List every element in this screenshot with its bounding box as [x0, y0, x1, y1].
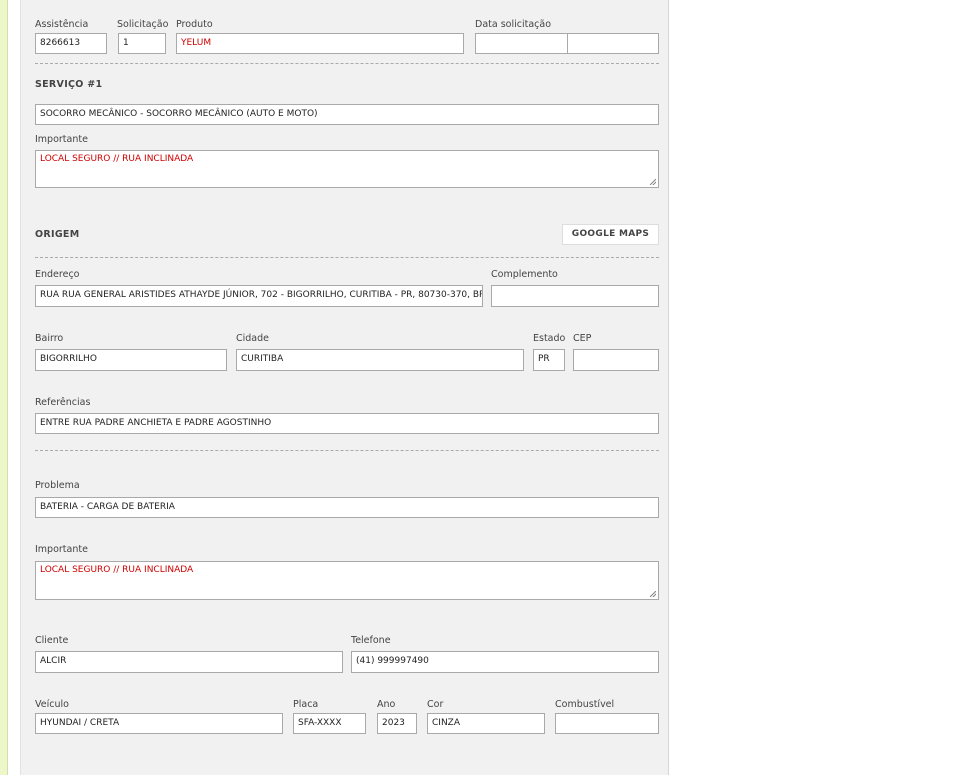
data-solicitacao-date-input[interactable]: [475, 33, 568, 54]
divider: [35, 450, 659, 451]
assistencia-label: Assistência: [35, 19, 89, 30]
telefone-input[interactable]: (41) 999997490: [351, 651, 659, 673]
assistencia-input[interactable]: 8266613: [35, 33, 107, 54]
servico-title: SERVIÇO #1: [35, 79, 103, 90]
problema-importante-label: Importante: [35, 544, 88, 555]
ano-input[interactable]: 2023: [377, 713, 417, 734]
referencias-input[interactable]: ENTRE RUA PADRE ANCHIETA E PADRE AGOSTIN…: [35, 413, 659, 434]
complemento-label: Complemento: [491, 269, 558, 280]
servico-importante-label: Importante: [35, 134, 88, 145]
cidade-input[interactable]: CURITIBA: [236, 349, 524, 371]
placa-label: Placa: [293, 699, 319, 710]
telefone-label: Telefone: [351, 635, 391, 646]
estado-label: Estado: [533, 333, 566, 344]
estado-input[interactable]: PR: [533, 349, 565, 371]
servico-input[interactable]: SOCORRO MECÂNICO - SOCORRO MECÂNICO (AUT…: [35, 104, 659, 125]
combustivel-label: Combustível: [555, 699, 615, 710]
bairro-input[interactable]: BIGORRILHO: [35, 349, 227, 371]
veiculo-label: Veículo: [35, 699, 69, 710]
placa-input[interactable]: SFA-XXXX: [293, 713, 366, 734]
side-strip: [0, 0, 8, 775]
cep-label: CEP: [573, 333, 592, 344]
google-maps-button[interactable]: GOOGLE MAPS: [562, 224, 659, 245]
problema-importante-textarea[interactable]: LOCAL SEGURO // RUA INCLINADA: [35, 561, 659, 600]
combustivel-input[interactable]: [555, 713, 659, 734]
servico-importante-textarea[interactable]: LOCAL SEGURO // RUA INCLINADA: [35, 150, 659, 188]
cidade-label: Cidade: [236, 333, 269, 344]
data-solicitacao-label: Data solicitação: [475, 19, 552, 30]
endereco-label: Endereço: [35, 269, 80, 280]
problema-input[interactable]: BATERIA - CARGA DE BATERIA: [35, 497, 659, 518]
solicitacao-label: Solicitação: [117, 19, 169, 30]
cep-input[interactable]: [573, 349, 659, 371]
cliente-label: Cliente: [35, 635, 69, 646]
ano-label: Ano: [377, 699, 396, 710]
referencias-label: Referências: [35, 397, 91, 408]
bairro-label: Bairro: [35, 333, 64, 344]
divider: [35, 63, 659, 64]
data-solicitacao-time-input[interactable]: [567, 33, 659, 54]
origem-title: ORIGEM: [35, 229, 80, 240]
endereco-input[interactable]: RUA RUA GENERAL ARISTIDES ATHAYDE JÚNIOR…: [35, 285, 483, 307]
solicitacao-input[interactable]: 1: [118, 33, 166, 54]
cliente-input[interactable]: ALCIR: [35, 651, 343, 673]
produto-input[interactable]: YELUM: [176, 33, 464, 54]
cor-input[interactable]: CINZA: [427, 713, 545, 734]
cor-label: Cor: [427, 699, 444, 710]
produto-label: Produto: [176, 19, 213, 30]
veiculo-input[interactable]: HYUNDAI / CRETA: [35, 713, 283, 734]
problema-label: Problema: [35, 480, 80, 491]
complemento-input[interactable]: [491, 285, 659, 307]
divider: [35, 257, 659, 258]
